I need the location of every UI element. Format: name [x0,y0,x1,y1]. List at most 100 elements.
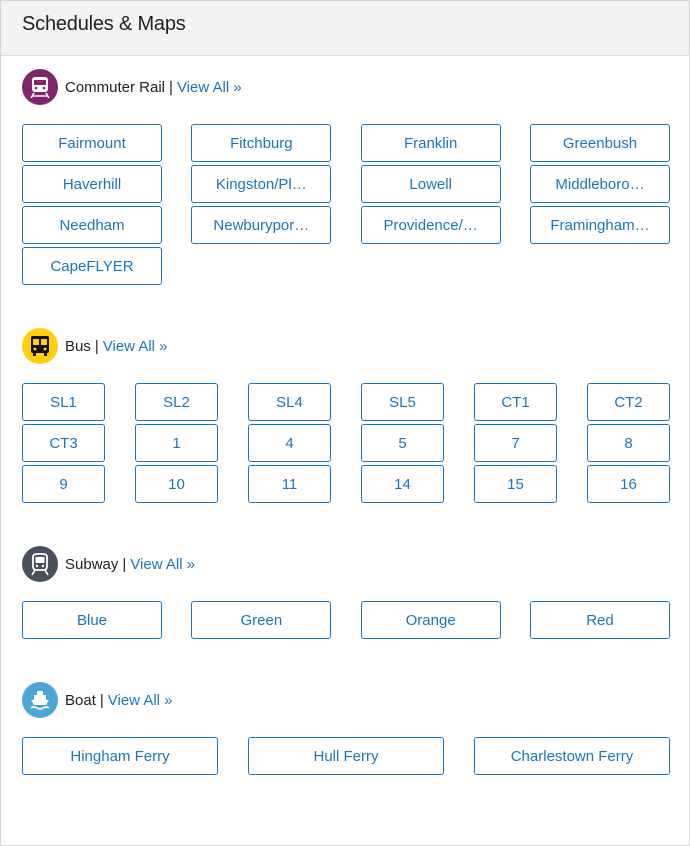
route-button-label: 16 [620,475,637,493]
panel-header: Schedules & Maps [1,1,689,56]
boat-route-grid: Hingham Ferry Hull Ferry Charlestown Ferry [22,737,670,775]
route-button[interactable]: CapeFLYER [22,247,162,285]
route-button-label: 1 [172,434,181,452]
commuter-rail-icon [22,69,58,105]
route-button-label: 14 [394,475,411,493]
route-button[interactable]: SL5 [361,383,444,421]
route-button[interactable]: Middleboro… [529,165,670,203]
section-title: Commuter Rail [65,78,166,96]
bus-icon [22,328,58,364]
route-button[interactable]: 11 [248,465,331,503]
commuter-rail-route-grid: Fairmount Fitchburg Franklin Greenbush Haver… [22,124,670,285]
route-button[interactable]: Providence/… [360,206,501,244]
section-header: Subway | View All » [22,546,670,582]
route-button[interactable]: Orange [360,601,501,639]
view-all-subway-link[interactable]: View All » [130,556,195,573]
route-button-label: CT3 [49,434,78,452]
route-button[interactable]: Newburypor… [191,206,332,244]
section-title: Subway [65,555,119,573]
route-button[interactable]: SL2 [135,383,218,421]
route-button-label: Fitchburg [230,134,293,152]
route-button-label: CT2 [614,393,643,411]
separator: | [169,78,173,96]
section-title: Bus [65,337,91,355]
route-button[interactable]: CT1 [474,383,557,421]
section-header: Bus | View All » [22,328,670,364]
route-button-label: CT1 [501,393,530,411]
route-button[interactable]: Greenbush [529,124,670,162]
section-header: Commuter Rail | View All » [22,69,670,105]
route-button[interactable]: 9 [22,465,105,503]
bus-section: Bus | View All » SL1 SL2 SL4 SL5 CT1 CT2 CT3 1 4… [22,328,670,503]
route-button-label: Framingham… [550,216,650,234]
route-button[interactable]: Fairmount [22,124,162,162]
route-button-label: Red [586,611,614,629]
route-button-label: Franklin [403,134,458,152]
route-button[interactable]: 7 [474,424,557,462]
route-button-label: Newburypor… [213,216,310,234]
route-button[interactable]: SL1 [22,383,105,421]
route-button[interactable]: 4 [248,424,331,462]
bus-route-grid: SL1 SL2 SL4 SL5 CT1 CT2 CT3 1 4 5 7 8 9 10 11 14 15 16 [22,383,670,503]
route-button-label: 15 [507,475,524,493]
route-button[interactable]: 15 [474,465,557,503]
subway-icon [22,546,58,582]
commuter-rail-section: Commuter Rail | View All » Fairmount Fitc… [22,69,670,285]
route-button-label: 7 [511,434,520,452]
route-button[interactable]: Haverhill [22,165,162,203]
section-title: Boat [65,691,96,709]
route-button[interactable]: Hull Ferry [248,737,444,775]
route-button[interactable]: 8 [587,424,670,462]
route-button-label: Hingham Ferry [70,747,170,765]
route-button[interactable]: Lowell [360,165,501,203]
route-button-label: SL2 [163,393,190,411]
route-button-label: Needham [59,216,125,234]
route-button[interactable]: SL4 [248,383,331,421]
schedules-maps-panel: Schedules & Maps Commuter Rail | View Al… [0,0,690,846]
route-button[interactable]: CT2 [587,383,670,421]
separator: | [94,337,99,355]
route-button-label: Greenbush [562,134,638,152]
route-button-label: SL4 [276,393,303,411]
route-button[interactable]: Charlestown Ferry [474,737,670,775]
route-button-label: 4 [285,434,294,452]
route-button[interactable]: Franklin [360,124,501,162]
separator: | [99,691,104,709]
route-button[interactable]: 5 [361,424,444,462]
section-header: Boat | View All » [22,682,670,718]
route-button[interactable]: Blue [22,601,162,639]
route-button[interactable]: Hingham Ferry [22,737,218,775]
route-button-label: 10 [168,475,185,493]
view-all-commuter-rail-link[interactable]: View All » [177,79,242,96]
route-button-label: Orange [405,611,456,629]
route-button[interactable]: 14 [361,465,444,503]
route-button-label: SL5 [389,393,416,411]
route-button[interactable]: 1 [135,424,218,462]
route-button-label: Hull Ferry [313,747,379,765]
route-button[interactable]: Green [191,601,332,639]
route-button-label: 8 [624,434,633,452]
route-button-label: Kingston/Pl… [215,175,307,193]
subway-section: Subway | View All » Blue Green Orange Red [22,546,670,639]
route-button[interactable]: Framingham… [529,206,670,244]
route-button-label: Haverhill [62,175,122,193]
view-all-bus-link[interactable]: View All » [103,338,168,355]
route-button-label: Green [240,611,283,629]
route-button[interactable]: Fitchburg [191,124,332,162]
route-button-label: Middleboro… [555,175,645,193]
route-button[interactable]: 16 [587,465,670,503]
view-all-boat-link[interactable]: View All » [108,692,173,709]
route-button[interactable]: CT3 [22,424,105,462]
route-button-label: CapeFLYER [50,257,134,275]
route-button[interactable]: Kingston/Pl… [191,165,332,203]
route-button-label: 9 [59,475,68,493]
separator: | [122,555,127,573]
route-button[interactable]: Needham [22,206,162,244]
route-button-label: Blue [76,611,108,629]
route-button-label: Providence/… [383,216,478,234]
route-button-label: Fairmount [58,134,126,152]
route-button[interactable]: 10 [135,465,218,503]
route-button[interactable]: Red [529,601,670,639]
route-button-label: Charlestown Ferry [510,747,634,765]
route-button-label: Lowell [409,175,452,193]
